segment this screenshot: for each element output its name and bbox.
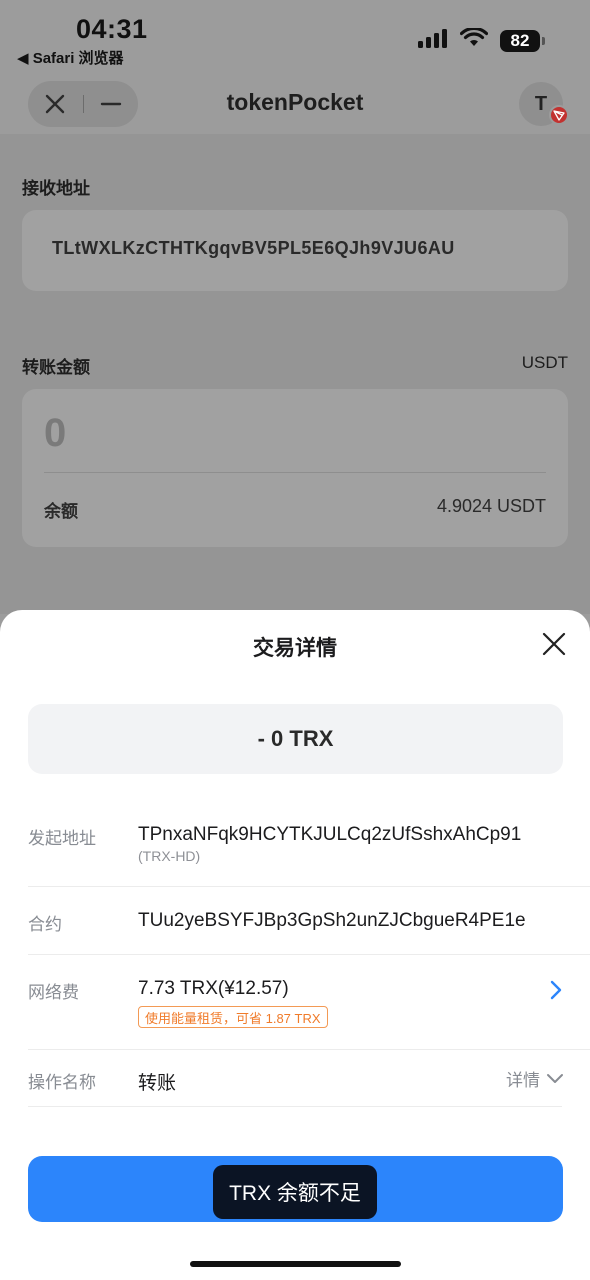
page-title: tokenPocket xyxy=(226,89,364,115)
row-divider xyxy=(28,1106,562,1107)
status-bar: 04:31 ◀ Safari 浏览器 82 xyxy=(0,0,590,72)
receive-address-field[interactable]: TLtWXLKzCTHTKgqvBV5PL5E6QJh9VJU6AU xyxy=(22,210,568,291)
account-avatar[interactable]: T xyxy=(519,82,569,126)
row-divider xyxy=(28,886,590,887)
avatar-letter: T xyxy=(534,92,548,115)
transfer-form: 接收地址 TLtWXLKzCTHTKgqvBV5PL5E6QJh9VJU6AU … xyxy=(0,134,590,614)
transaction-details-sheet: 交易详情 - 0 TRX 发起地址 TPnxaNFqk9HCYTKJULCq2z… xyxy=(0,610,590,1280)
amount-label: 转账金额 xyxy=(22,358,90,377)
amount-input[interactable]: 0 xyxy=(44,411,66,456)
status-time: 04:31 xyxy=(76,14,148,44)
network-fee-value[interactable]: 7.73 TRX(¥12.57) xyxy=(138,978,289,1000)
receive-address-value: TLtWXLKzCTHTKgqvBV5PL5E6QJh9VJU6AU xyxy=(52,238,455,258)
signal-icon xyxy=(418,28,448,53)
operation-name-label: 操作名称 xyxy=(28,1073,96,1092)
status-icons: 82 xyxy=(418,26,545,53)
transaction-amount: - 0 TRX xyxy=(28,704,563,774)
energy-rental-tip[interactable]: 使用能量租赁，可省 1.87 TRX xyxy=(138,1006,328,1028)
tron-badge-icon xyxy=(549,105,569,125)
amount-divider xyxy=(44,472,546,473)
contract-address-value: TUu2yeBSYFJBp3GpSh2unZJCbgueR4PE1e xyxy=(138,910,526,931)
balance-value: 4.9024 USDT xyxy=(436,496,546,516)
amount-unit: USDT xyxy=(521,353,568,372)
row-divider xyxy=(28,954,590,955)
chevron-down-icon xyxy=(547,1073,563,1083)
receive-address-label: 接收地址 xyxy=(22,179,90,198)
wifi-icon xyxy=(459,26,489,53)
close-icon xyxy=(542,632,566,656)
network-fee-label: 网络费 xyxy=(28,983,79,1002)
from-address-wallet-tag: (TRX-HD) xyxy=(138,848,201,864)
chevron-right-icon[interactable] xyxy=(549,980,563,1000)
from-address-label: 发起地址 xyxy=(28,829,96,848)
nav-bar: tokenPocket T xyxy=(0,72,590,134)
sheet-title: 交易详情 xyxy=(253,637,337,660)
contract-label: 合约 xyxy=(28,915,62,934)
details-toggle-label: 详情 xyxy=(506,1071,540,1090)
operation-name-value: 转账 xyxy=(138,1073,177,1094)
from-address-value: TPnxaNFqk9HCYTKJULCq2zUfSshxAhCp91 xyxy=(138,824,522,845)
row-divider xyxy=(28,1049,590,1050)
home-indicator xyxy=(190,1261,401,1267)
balance-label: 余额 xyxy=(44,502,78,521)
battery-icon: 82 xyxy=(500,29,545,52)
insufficient-balance-toast: TRX 余额不足 xyxy=(213,1165,377,1219)
amount-card: 0 余额 4.9024 USDT xyxy=(22,389,568,547)
details-toggle[interactable]: 详情 xyxy=(506,1066,564,1091)
sheet-close-button[interactable] xyxy=(540,630,568,658)
back-to-safari-link[interactable]: ◀ Safari 浏览器 xyxy=(17,47,124,68)
